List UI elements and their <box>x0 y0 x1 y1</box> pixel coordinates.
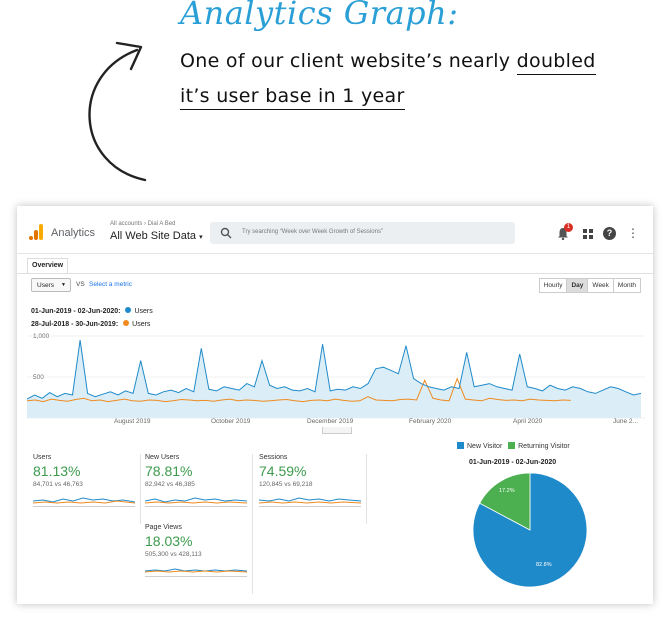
curved-arrow-icon <box>88 41 147 182</box>
help-icon[interactable]: ? <box>603 227 616 240</box>
x-tick-feb-2020: February 2020 <box>409 418 452 425</box>
view-selector[interactable]: All Web Site Data ▾ <box>110 230 203 242</box>
scorecard-percent: 74.59% <box>259 463 307 479</box>
analytics-screenshot: Analytics All accounts › Dial A Bed All … <box>17 206 653 604</box>
hourly-button[interactable]: Hourly <box>538 278 568 293</box>
month-button[interactable]: Month <box>612 278 641 293</box>
scorecard-new-users[interactable]: New Users 78.81% 82,942 vs 46,385 <box>143 454 253 524</box>
account-breadcrumb[interactable]: All accounts › Dial A Bed <box>110 221 175 227</box>
pie-legend: New Visitor Returning Visitor <box>457 442 570 450</box>
granularity-toggle: Hourly Day Week Month <box>538 278 641 293</box>
sparkline <box>33 497 135 504</box>
caption-line-2: it’s user base in 1 year <box>180 85 405 110</box>
search-input[interactable]: Try searching “Week over Week Growth of … <box>210 222 515 244</box>
underlined-doubled: doubled <box>516 50 596 75</box>
app-name: Analytics <box>51 227 96 239</box>
sparkline <box>145 568 247 573</box>
pie-label-returning: 17.2% <box>499 488 515 494</box>
tab-overview[interactable]: Overview <box>27 258 69 273</box>
scorecard-comparison: 84,701 vs 46,763 <box>33 481 83 488</box>
x-tick-aug-2019: August 2019 <box>114 418 151 425</box>
scorecard-comparison: 82,942 vs 46,385 <box>145 481 195 488</box>
scorecard-percent: 18.03% <box>145 533 193 549</box>
scorecard-sessions[interactable]: Sessions 74.59% 120,845 vs 69,218 <box>257 454 367 524</box>
legend-swatch-new <box>457 442 464 449</box>
current-series-area <box>27 340 641 418</box>
day-button[interactable]: Day <box>566 278 589 293</box>
visitor-pie-chart <box>472 472 588 588</box>
caption-line-1: One of our client website’s nearly doubl… <box>180 50 596 75</box>
analytics-logo-icon <box>29 224 43 240</box>
legend-current-range: 01-Jun-2019 - 02-Jun-2020: Users <box>31 307 153 315</box>
scorecard-label: Sessions <box>259 454 288 461</box>
metric-dropdown[interactable]: Users ▼ <box>31 278 71 292</box>
sparkline <box>259 497 361 504</box>
scorecard-percent: 78.81% <box>145 463 193 479</box>
notification-badge: 1 <box>564 223 573 232</box>
select-metric-link[interactable]: Select a metric <box>89 281 132 288</box>
week-button[interactable]: Week <box>587 278 614 293</box>
scorecard-users[interactable]: Users 81.13% 84,701 vs 46,763 <box>31 454 141 524</box>
x-tick-apr-2020: April 2020 <box>513 418 543 425</box>
x-tick-oct-2019: October 2019 <box>211 418 251 425</box>
analytics-topbar: Analytics All accounts › Dial A Bed All … <box>17 206 653 254</box>
apps-grid-icon[interactable] <box>583 229 593 239</box>
scorecard-comparison: 120,845 vs 69,218 <box>259 481 313 488</box>
pie-title: 01-Jun-2019 - 02-Jun-2020 <box>469 459 557 466</box>
x-tick-jun-2020: June 2... <box>613 418 638 425</box>
chevron-down-icon: ▾ <box>199 234 203 241</box>
x-tick-dec-2019: December 2019 <box>307 418 354 425</box>
chevron-down-icon: ▼ <box>61 282 66 288</box>
scorecard-percent: 81.13% <box>33 463 81 479</box>
more-vert-icon[interactable]: ⋮ <box>627 227 639 239</box>
series-dot-current <box>125 307 132 313</box>
users-line-chart <box>27 335 645 419</box>
scorecard-label: New Users <box>145 454 180 461</box>
vs-label: VS <box>76 281 85 288</box>
scorecard-comparison: 505,300 vs 428,113 <box>145 551 202 558</box>
chart-resize-handle[interactable] <box>322 427 352 434</box>
page-title: Analytics Graph: <box>180 0 459 32</box>
scorecard-label: Users <box>33 454 52 461</box>
series-dot-previous <box>123 320 130 326</box>
legend-swatch-returning <box>508 442 516 449</box>
pie-label-new: 82.8% <box>536 562 552 568</box>
search-placeholder: Try searching “Week over Week Growth of … <box>242 229 383 235</box>
sparkline <box>145 497 247 504</box>
legend-previous-range: 28-Jul-2018 - 30-Jun-2019: Users <box>31 320 151 328</box>
scorecard-page-views[interactable]: Page Views 18.03% 505,300 vs 428,113 <box>143 524 253 594</box>
tab-bar: Overview <box>17 254 653 274</box>
search-icon <box>220 227 232 239</box>
scorecard-label: Page Views <box>145 524 182 531</box>
